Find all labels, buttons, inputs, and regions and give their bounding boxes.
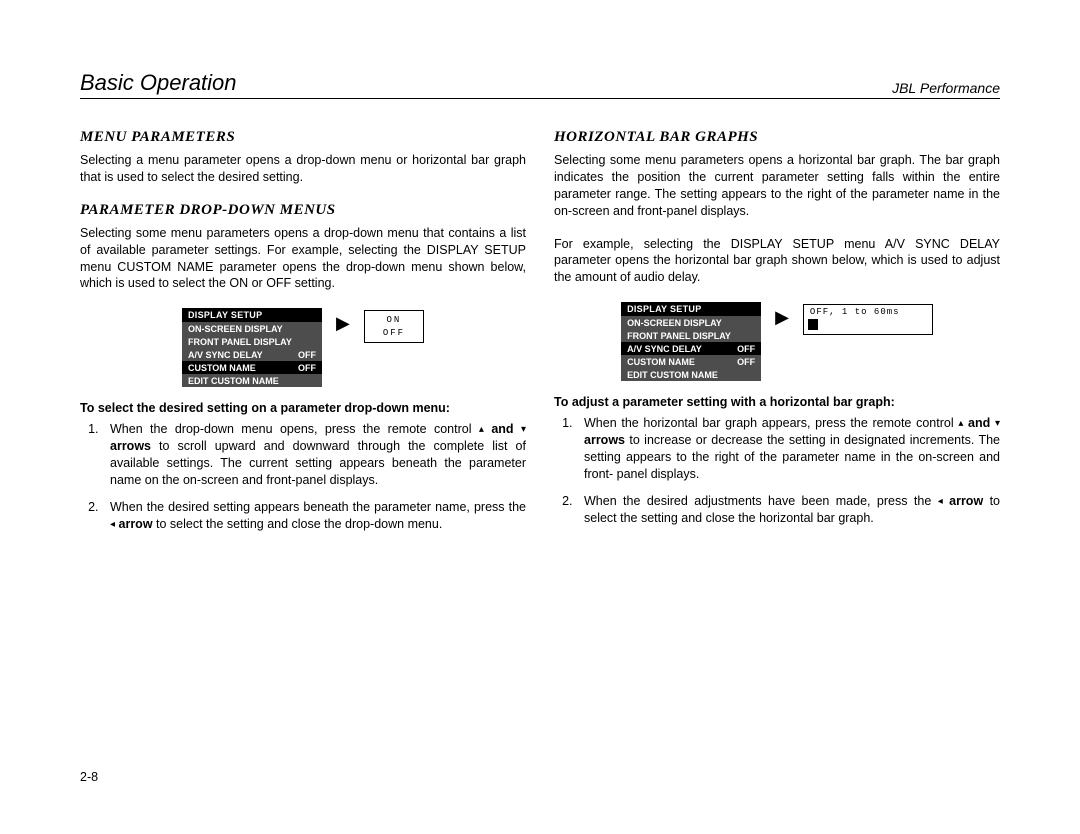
step-item: When the desired setting appears beneath… bbox=[102, 499, 526, 533]
dropdown-option: OFF bbox=[383, 327, 405, 340]
columns: Menu Parameters Selecting a menu paramet… bbox=[80, 121, 1000, 543]
arrow-right-icon: ▶ bbox=[775, 308, 789, 326]
menu-row: ON-SCREEN DISPLAY bbox=[185, 322, 319, 335]
paragraph: Selecting some menu parameters opens a d… bbox=[80, 225, 526, 293]
paragraph: Selecting some menu parameters opens a h… bbox=[554, 152, 1000, 220]
paragraph: For example, selecting the DISPLAY SETUP… bbox=[554, 236, 1000, 287]
menu-row: FRONT PANEL DISPLAY bbox=[624, 329, 758, 342]
onscreen-menu: DISPLAY SETUP ON-SCREEN DISPLAY FRONT PA… bbox=[182, 308, 322, 387]
dropdown-option: ON bbox=[383, 314, 405, 327]
section-title-bargraph: Horizontal Bar Graphs bbox=[554, 129, 1000, 146]
procedure-heading: To select the desired setting on a param… bbox=[80, 401, 526, 415]
arrow-down-icon: ▾ bbox=[995, 417, 1000, 431]
onscreen-menu: DISPLAY SETUP ON-SCREEN DISPLAY FRONT PA… bbox=[621, 302, 761, 381]
menu-row: EDIT CUSTOM NAME bbox=[185, 374, 319, 387]
menu-row: EDIT CUSTOM NAME bbox=[624, 368, 758, 381]
header-brand: JBL Performance bbox=[892, 80, 1000, 96]
header: Basic Operation JBL Performance bbox=[80, 70, 1000, 99]
menu-row: CUSTOM NAMEOFF bbox=[624, 355, 758, 368]
page-number: 2-8 bbox=[80, 770, 98, 784]
right-column: Horizontal Bar Graphs Selecting some men… bbox=[554, 121, 1000, 543]
arrow-right-icon: ▶ bbox=[336, 314, 350, 332]
header-title: Basic Operation bbox=[80, 70, 237, 96]
menu-title: DISPLAY SETUP bbox=[621, 302, 761, 316]
arrow-down-icon: ▾ bbox=[521, 423, 526, 437]
step-item: When the desired adjustments have been m… bbox=[576, 493, 1000, 527]
procedure-heading: To adjust a parameter setting with a hor… bbox=[554, 395, 1000, 409]
bargraph-label: OFF, 1 to 60ms bbox=[804, 305, 932, 317]
menu-row-selected: CUSTOM NAMEOFF bbox=[182, 361, 322, 374]
bargraph-track bbox=[808, 319, 928, 330]
procedure-steps: When the drop-down menu opens, press the… bbox=[80, 421, 526, 532]
step-item: When the horizontal bar graph appears, p… bbox=[576, 415, 1000, 483]
left-column: Menu Parameters Selecting a menu paramet… bbox=[80, 121, 526, 543]
bargraph-box: OFF, 1 to 60ms bbox=[803, 304, 933, 335]
menu-row: FRONT PANEL DISPLAY bbox=[185, 335, 319, 348]
dropdown-options: ON OFF bbox=[364, 310, 424, 343]
page: Basic Operation JBL Performance Menu Par… bbox=[0, 0, 1080, 834]
procedure-steps: When the horizontal bar graph appears, p… bbox=[554, 415, 1000, 526]
section-title-dropdown: Parameter Drop-Down Menus bbox=[80, 202, 526, 219]
menu-row: ON-SCREEN DISPLAY bbox=[624, 316, 758, 329]
menu-row-selected: A/V SYNC DELAYOFF bbox=[621, 342, 761, 355]
section-title-menu-parameters: Menu Parameters bbox=[80, 129, 526, 146]
paragraph: Selecting a menu parameter opens a drop-… bbox=[80, 152, 526, 186]
bargraph-figure: DISPLAY SETUP ON-SCREEN DISPLAY FRONT PA… bbox=[554, 302, 1000, 381]
dropdown-figure: DISPLAY SETUP ON-SCREEN DISPLAY FRONT PA… bbox=[80, 308, 526, 387]
menu-row: A/V SYNC DELAYOFF bbox=[185, 348, 319, 361]
menu-title: DISPLAY SETUP bbox=[182, 308, 322, 322]
step-item: When the drop-down menu opens, press the… bbox=[102, 421, 526, 489]
